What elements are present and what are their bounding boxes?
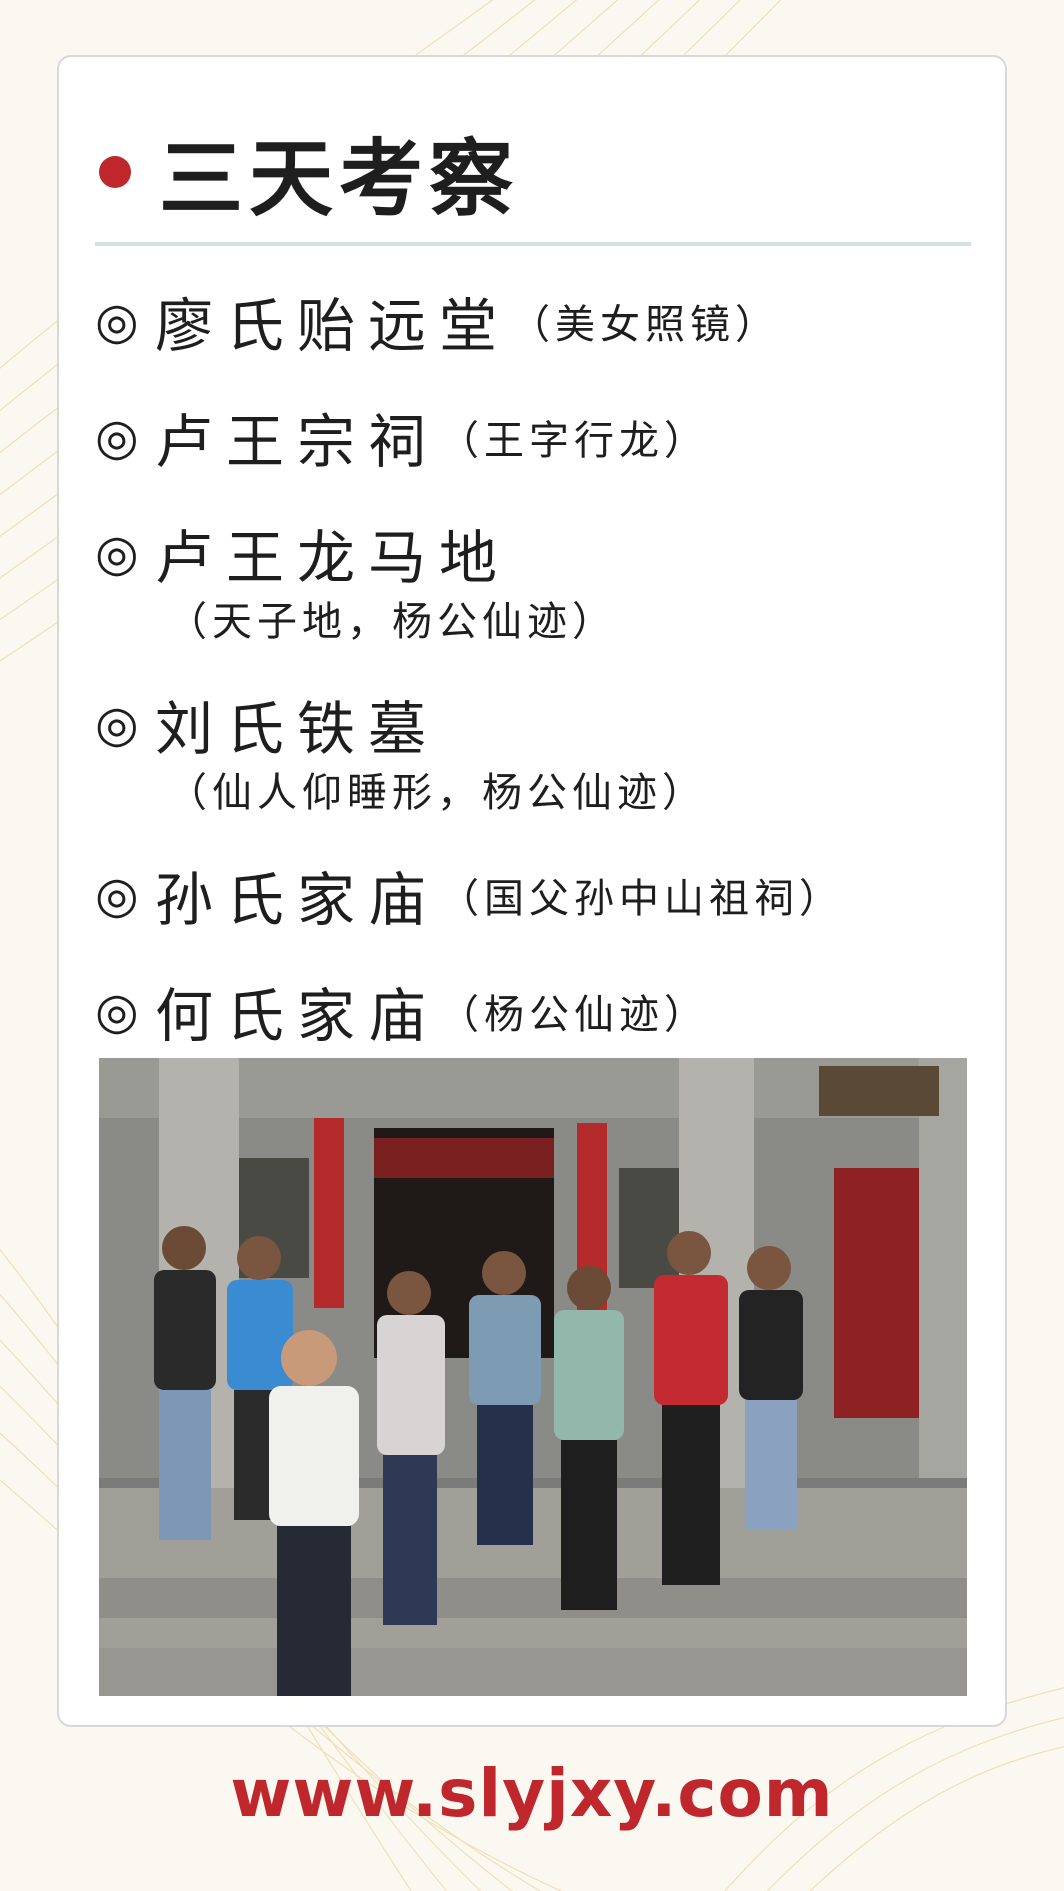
group-photo bbox=[99, 1058, 967, 1696]
page-title: 三天考察 bbox=[159, 128, 520, 228]
list-item-note: （仙人仰睡形，杨公仙迹） bbox=[167, 770, 707, 816]
list-item-note: （天子地，杨公仙迹） bbox=[167, 599, 617, 645]
list-item-name: 卢王宗祠 bbox=[155, 408, 440, 476]
list-item-name: 刘氏铁墓 bbox=[155, 695, 440, 763]
double-circle-icon: ◎ bbox=[95, 982, 139, 1040]
temple-photo-illustration bbox=[99, 1058, 967, 1696]
title-row: 三天考察 bbox=[99, 117, 519, 228]
double-circle-icon: ◎ bbox=[95, 866, 139, 924]
title-divider bbox=[95, 242, 971, 246]
list-item-name: 廖氏贻远堂 bbox=[155, 292, 511, 360]
list-item-name: 孙氏家庙 bbox=[155, 866, 440, 934]
double-circle-icon: ◎ bbox=[95, 292, 139, 350]
list-item-note: （杨公仙迹） bbox=[439, 992, 710, 1038]
double-circle-icon: ◎ bbox=[95, 408, 139, 466]
list-item: ◎ 何氏家庙（杨公仙迹） bbox=[95, 969, 709, 1053]
list-item-note: （美女照镜） bbox=[510, 302, 781, 348]
list-item: ◎ 刘氏铁墓 （仙人仰睡形，杨公仙迹） bbox=[95, 682, 702, 816]
list-item-name: 何氏家庙 bbox=[155, 982, 440, 1050]
list-item: ◎ 孙氏家庙（国父孙中山祖祠） bbox=[95, 853, 844, 937]
double-circle-icon: ◎ bbox=[95, 524, 139, 582]
list-item: ◎ 卢王宗祠（王字行龙） bbox=[95, 395, 709, 479]
list-item: ◎ 卢王龙马地 （天子地，杨公仙迹） bbox=[95, 511, 612, 645]
double-circle-icon: ◎ bbox=[95, 695, 139, 753]
red-dot-icon bbox=[99, 156, 131, 188]
list-item-name: 卢王龙马地 bbox=[155, 524, 511, 592]
list-item-note: （国父孙中山祖祠） bbox=[439, 876, 845, 922]
list-item-note: （王字行龙） bbox=[439, 418, 710, 464]
website-url: www.slyjxy.com bbox=[230, 1755, 834, 1832]
content-card: 三天考察 ◎ 廖氏贻远堂（美女照镜） ◎ 卢王宗祠（王字行龙） ◎ 卢王龙马地 （天子… bbox=[57, 55, 1007, 1727]
list-item: ◎ 廖氏贻远堂（美女照镜） bbox=[95, 279, 780, 363]
